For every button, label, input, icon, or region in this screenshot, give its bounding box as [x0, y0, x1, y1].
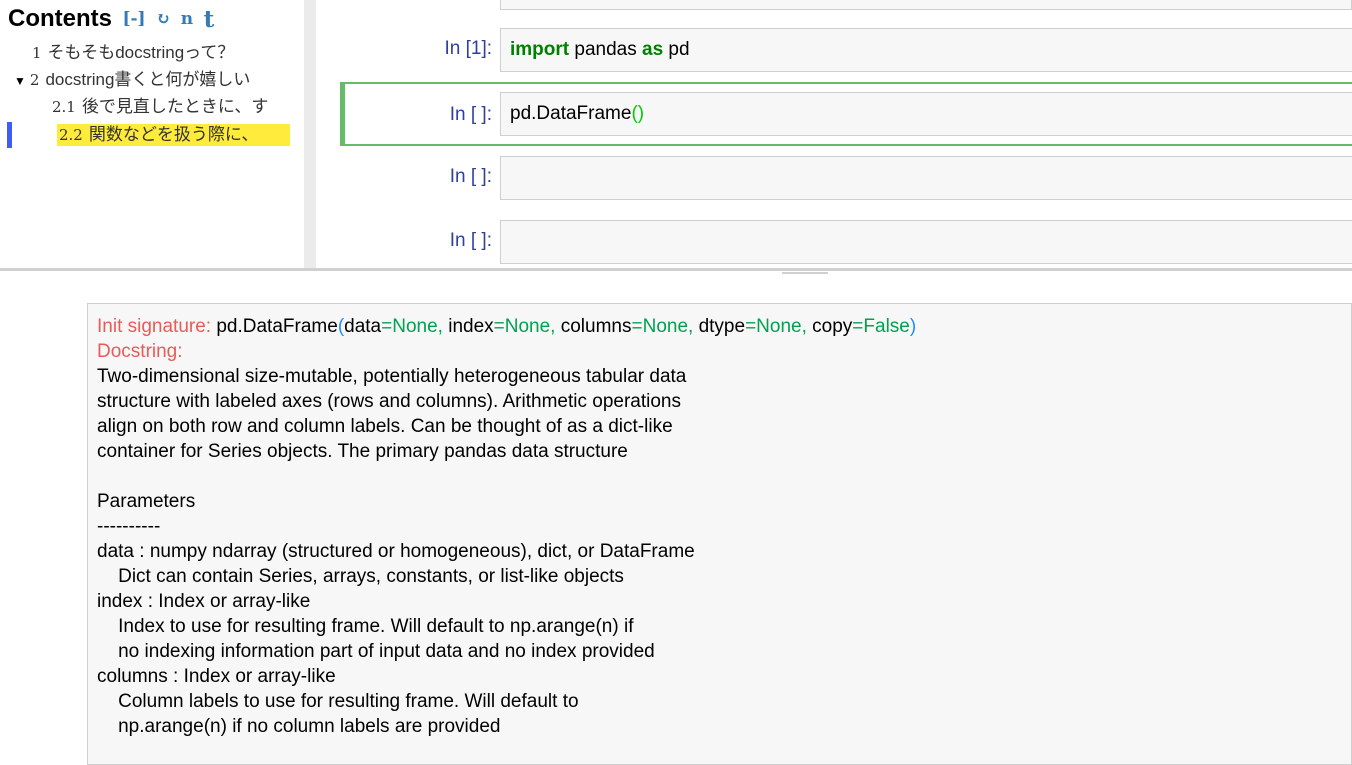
signature-arg-value: None,: [504, 316, 556, 337]
signature-name: pd.DataFrame: [211, 316, 338, 337]
signature-arg-value: False: [863, 316, 910, 337]
cell-input[interactable]: pd.DataFrame(): [500, 92, 1352, 136]
cell-code: pd.DataFrame(): [510, 103, 644, 125]
docstring-text: Init signature: pd.DataFrame(data=None, …: [97, 314, 916, 739]
code-text: pd.DataFrame: [510, 103, 632, 124]
toc-title: Contents: [8, 5, 112, 32]
code-cell-1[interactable]: In [1]: import pandas as pd: [340, 22, 1352, 78]
cell-prompt: In [ ]:: [449, 104, 492, 125]
signature-label: Init signature:: [97, 316, 212, 337]
cell-prompt: In [ ]:: [449, 230, 492, 251]
signature-arg-name: data: [344, 316, 382, 337]
refresh-icon[interactable]: ↻: [156, 9, 170, 29]
signature-arg-name: copy: [806, 316, 853, 337]
code-keyword: as: [642, 39, 664, 60]
caret-down-icon[interactable]: ▼: [14, 74, 26, 88]
signature-arg-default: =: [852, 316, 864, 337]
signature-paren: ): [909, 316, 917, 337]
pager-panel: Init signature: pd.DataFrame(data=None, …: [0, 271, 1352, 765]
signature-arg-default: =: [745, 316, 757, 337]
code-text: pd: [663, 39, 690, 60]
cell-prompt: In [ ]:: [449, 166, 492, 187]
code-paren: (): [631, 103, 645, 124]
signature-arg-value: None,: [756, 316, 807, 337]
toc-header: Contents [-] ↻ n t: [8, 5, 214, 33]
toc-item-number: 2.1: [52, 98, 76, 116]
toc-collapse-button[interactable]: [-]: [122, 9, 145, 29]
toc-item-label: docstring書くと何が嬉しい: [45, 70, 251, 89]
toc-item-label: そもそもdocstringって？: [47, 43, 235, 62]
docstring-label: Docstring:: [97, 341, 183, 362]
toc-item-2-1[interactable]: 2.1 後で見直したときに、す: [52, 96, 268, 118]
notebook-container: In [1]: import pandas as pd In [ ]: pd.D…: [316, 0, 1352, 268]
signature-arg-name: columns: [555, 316, 632, 337]
toc-sidebar: Contents [-] ↻ n t 1 そもそもdocstringって？ ▼ 2 d…: [0, 0, 304, 268]
code-cell-2-selected[interactable]: In [ ]: pd.DataFrame(): [340, 82, 1352, 146]
toc-item-label: 後で見直したときに、す: [81, 97, 269, 116]
code-cell-4[interactable]: In [ ]:: [340, 214, 1352, 268]
cell-input[interactable]: [500, 156, 1352, 200]
toc-number-toggle-button[interactable]: n: [181, 9, 193, 29]
code-keyword: import: [510, 39, 570, 60]
toc-item-number: 1: [32, 44, 42, 62]
toc-item-number: 2.2: [59, 126, 83, 144]
code-cell-3[interactable]: In [ ]:: [340, 150, 1352, 206]
signature-arg-default: =: [631, 316, 643, 337]
toc-active-indicator: [7, 122, 12, 148]
toc-item-label: 関数などを扱う際に、: [88, 125, 259, 144]
signature-arg-name: dtype: [693, 316, 746, 337]
signature-arg-name: index: [442, 316, 494, 337]
toc-item-number: 2: [29, 71, 40, 89]
toc-item-1[interactable]: 1 そもそもdocstringって？: [32, 42, 234, 64]
toc-item-2[interactable]: ▼ 2 docstring書くと何が嬉しい: [14, 69, 250, 91]
previous-cell-input[interactable]: [500, 0, 1352, 10]
docstring-body: Two-dimensional size-mutable, potentiall…: [97, 366, 695, 737]
signature-arg-value: None,: [642, 316, 694, 337]
signature-arg-value: None,: [392, 316, 443, 337]
signature-arg-default: =: [493, 316, 505, 337]
signature-arg-default: =: [381, 316, 393, 337]
cell-code: import pandas as pd: [510, 39, 690, 61]
pager-content[interactable]: Init signature: pd.DataFrame(data=None, …: [87, 303, 1352, 765]
pager-resize-handle[interactable]: [782, 272, 828, 274]
code-text: pandas: [569, 39, 643, 60]
toc-settings-button[interactable]: t: [204, 6, 215, 33]
toc-item-2-2[interactable]: 2.2 関数などを扱う際に、: [57, 124, 290, 146]
cell-input[interactable]: import pandas as pd: [500, 28, 1352, 72]
toc-resize-gutter[interactable]: [304, 0, 316, 268]
cell-input[interactable]: [500, 220, 1352, 264]
cell-prompt: In [1]:: [444, 38, 492, 59]
